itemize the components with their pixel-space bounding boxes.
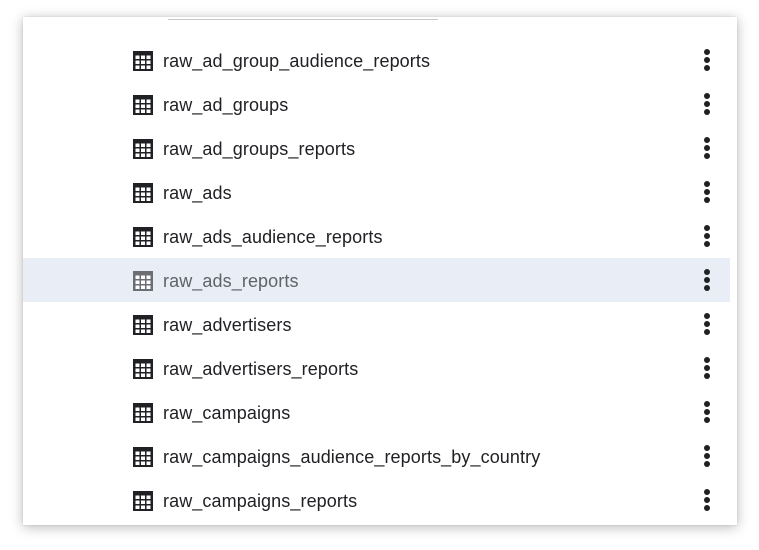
more-vert-icon[interactable] [695, 485, 719, 515]
table-name: raw_ads [163, 183, 232, 203]
more-vert-icon[interactable] [695, 89, 719, 119]
table-icon [132, 138, 154, 160]
divider [168, 19, 438, 20]
more-vert-icon[interactable] [695, 309, 719, 339]
table-name: raw_campaigns_audience_reports_by_countr… [163, 447, 541, 467]
table-row-raw-ad-groups[interactable]: raw_ad_groups [23, 82, 730, 126]
table-icon [132, 490, 154, 512]
table-row-raw-campaigns-reports[interactable]: raw_campaigns_reports [23, 478, 730, 522]
table-name: raw_ad_groups_reports [163, 139, 356, 159]
table-icon [132, 358, 154, 380]
more-vert-icon[interactable] [695, 397, 719, 427]
table-icon [132, 94, 154, 116]
table-name: raw_ad_groups [163, 95, 289, 115]
table-icon [132, 270, 154, 292]
table-row-raw-ads-reports[interactable]: raw_ads_reports [23, 258, 730, 302]
table-row-raw-advertisers-reports[interactable]: raw_advertisers_reports [23, 346, 730, 390]
table-name: raw_campaigns [163, 403, 291, 423]
table-list-panel: raw_ad_group_audience_reports raw_ad_gro… [23, 17, 737, 525]
screen: raw_ad_group_audience_reports raw_ad_gro… [0, 0, 759, 550]
table-name: raw_advertisers_reports [163, 359, 359, 379]
more-vert-icon[interactable] [695, 133, 719, 163]
more-vert-icon[interactable] [695, 177, 719, 207]
more-vert-icon[interactable] [695, 45, 719, 75]
table-name: raw_ad_group_audience_reports [163, 51, 431, 71]
more-vert-icon[interactable] [695, 353, 719, 383]
table-row-raw-ads[interactable]: raw_ads [23, 170, 730, 214]
table-row-raw-ads-audience-reports[interactable]: raw_ads_audience_reports [23, 214, 730, 258]
table-name: raw_ads_audience_reports [163, 227, 383, 247]
table-name: raw_campaigns_reports [163, 491, 358, 511]
more-vert-icon[interactable] [695, 441, 719, 471]
table-icon [132, 226, 154, 248]
more-vert-icon[interactable] [695, 265, 719, 295]
table-icon [132, 182, 154, 204]
table-row-raw-advertisers[interactable]: raw_advertisers [23, 302, 730, 346]
table-row-raw-campaigns-audience-reports-by-country[interactable]: raw_campaigns_audience_reports_by_countr… [23, 434, 730, 478]
table-row-raw-campaigns[interactable]: raw_campaigns [23, 390, 730, 434]
table-name: raw_ads_reports [163, 271, 299, 291]
table-icon [132, 446, 154, 468]
table-name: raw_advertisers [163, 315, 292, 335]
table-row-raw-ad-group-audience-reports[interactable]: raw_ad_group_audience_reports [23, 38, 730, 82]
more-vert-icon[interactable] [695, 221, 719, 251]
table-row-raw-ad-groups-reports[interactable]: raw_ad_groups_reports [23, 126, 730, 170]
table-icon [132, 402, 154, 424]
table-list: raw_ad_group_audience_reports raw_ad_gro… [23, 38, 737, 522]
table-icon [132, 50, 154, 72]
table-icon [132, 314, 154, 336]
